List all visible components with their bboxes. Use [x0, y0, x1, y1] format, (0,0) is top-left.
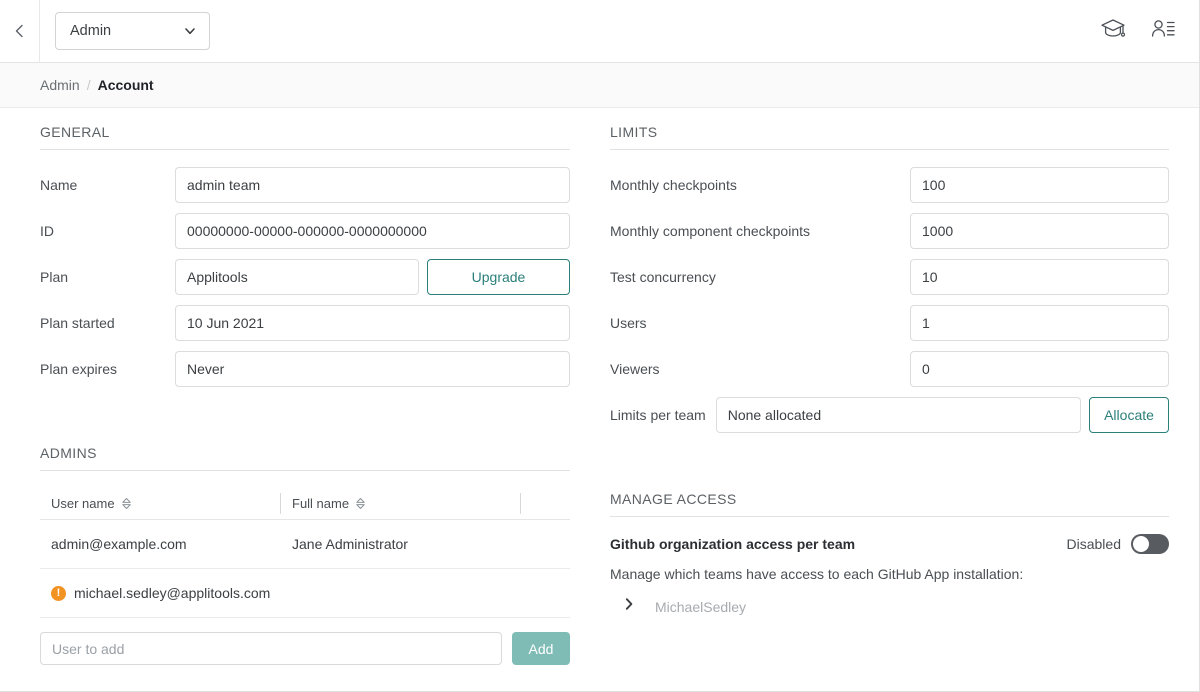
admin-user-name-label: michael.sedley@applitools.com — [74, 585, 271, 601]
field-row-test-concurrency: Test concurrency 10 — [610, 259, 1169, 295]
top-bar-icons — [1099, 17, 1177, 45]
sort-icon — [355, 497, 366, 510]
column-header-full-name[interactable]: Full name — [280, 488, 520, 519]
test-concurrency-input[interactable]: 10 — [910, 259, 1169, 295]
field-row-viewers: Viewers 0 — [610, 351, 1169, 387]
github-access-description: Manage which teams have access to each G… — [610, 566, 1024, 582]
field-label-plan: Plan — [40, 269, 69, 285]
admin-account-page: Admin Admin / Account GENERAL Name admin… — [0, 0, 1200, 692]
table-row[interactable]: admin@example.com Jane Administrator — [40, 520, 570, 569]
field-row-users: Users 1 — [610, 305, 1169, 341]
admin-user-name-label: admin@example.com — [51, 536, 187, 552]
field-row-plan-expires: Plan expires Never — [40, 351, 570, 387]
content-area: GENERAL Name admin team ID 00000000-0000… — [0, 108, 1199, 691]
github-org-name: MichaelSedley — [655, 598, 747, 615]
toggle-knob — [1133, 536, 1149, 552]
field-label-viewers: Viewers — [610, 361, 660, 377]
top-bar: Admin — [0, 0, 1199, 63]
field-label-limits-per-team: Limits per team — [610, 407, 706, 423]
field-row-name: Name admin team — [40, 167, 570, 203]
back-button[interactable] — [0, 0, 40, 63]
monthly-checkpoints-input[interactable]: 100 — [910, 167, 1169, 203]
right-column: LIMITS Monthly checkpoints 100 Monthly c… — [600, 124, 1199, 691]
chevron-left-icon — [12, 23, 28, 39]
github-access-toggle[interactable] — [1131, 534, 1169, 554]
github-access-toggle-label: Disabled — [1066, 536, 1121, 552]
field-row-id: ID 00000000-00000-000000-0000000000 — [40, 213, 570, 249]
breadcrumb-current: Account — [97, 77, 154, 93]
field-label-plan-expires: Plan expires — [40, 361, 118, 377]
chevron-down-icon — [183, 24, 197, 38]
team-selector-value: Admin — [70, 23, 112, 39]
column-header-user-name-label: User name — [51, 496, 115, 511]
plan-input[interactable]: Applitools — [175, 259, 419, 295]
breadcrumb-separator: / — [86, 77, 91, 93]
academy-button[interactable] — [1099, 17, 1127, 45]
field-label-name: Name — [40, 177, 78, 193]
github-access-header: Github organization access per team Disa… — [610, 534, 1169, 554]
admins-table: User name Full name admin@example.com Ja… — [40, 488, 570, 618]
add-admin-row: Add — [40, 632, 570, 665]
left-column: GENERAL Name admin team ID 00000000-0000… — [0, 124, 600, 691]
breadcrumb: Admin / Account — [0, 63, 1199, 108]
field-label-monthly-checkpoints: Monthly checkpoints — [610, 177, 737, 193]
limits-section-title: LIMITS — [610, 124, 1169, 150]
field-label-users: Users — [610, 315, 647, 331]
upgrade-button[interactable]: Upgrade — [427, 259, 570, 295]
column-header-user-name[interactable]: User name — [51, 488, 280, 519]
table-row[interactable]: ! michael.sedley@applitools.com — [40, 569, 570, 618]
plan-expires-input[interactable]: Never — [175, 351, 570, 387]
user-details-icon — [1150, 17, 1176, 46]
admin-full-name: Jane Administrator — [292, 536, 408, 552]
monthly-component-checkpoints-input[interactable]: 1000 — [910, 213, 1169, 249]
team-selector[interactable]: Admin — [55, 12, 210, 50]
admins-table-header: User name Full name — [40, 488, 570, 520]
field-label-plan-started: Plan started — [40, 315, 115, 331]
column-header-full-name-label: Full name — [292, 496, 350, 511]
user-to-add-input[interactable] — [40, 632, 502, 665]
field-row-plan-started: Plan started 10 Jun 2021 — [40, 305, 570, 341]
viewers-input[interactable]: 0 — [910, 351, 1169, 387]
sort-icon — [121, 497, 132, 510]
github-access-title: Github organization access per team — [610, 536, 856, 552]
graduation-cap-icon — [1100, 17, 1126, 46]
github-org-row[interactable]: MichaelSedley — [610, 597, 1169, 616]
admins-section-title: ADMINS — [40, 445, 570, 471]
name-input[interactable]: admin team — [175, 167, 570, 203]
general-section-title: GENERAL — [40, 124, 570, 150]
users-input[interactable]: 1 — [910, 305, 1169, 341]
field-label-monthly-component-checkpoints: Monthly component checkpoints — [610, 223, 810, 239]
allocate-button[interactable]: Allocate — [1089, 397, 1169, 433]
field-label-id: ID — [40, 223, 54, 239]
chevron-right-icon — [623, 597, 635, 616]
account-menu-button[interactable] — [1149, 17, 1177, 45]
field-label-test-concurrency: Test concurrency — [610, 269, 716, 285]
plan-started-input[interactable]: 10 Jun 2021 — [175, 305, 570, 341]
admin-user-name: admin@example.com — [51, 536, 280, 552]
column-header-actions — [520, 488, 570, 519]
limits-per-team-input[interactable]: None allocated — [715, 397, 1081, 433]
add-user-button[interactable]: Add — [512, 632, 570, 665]
warning-icon: ! — [51, 585, 66, 601]
field-row-limits-per-team: Limits per team None allocated Allocate — [610, 397, 1169, 433]
breadcrumb-parent[interactable]: Admin — [40, 77, 80, 93]
id-input[interactable]: 00000000-00000-000000-0000000000 — [175, 213, 570, 249]
admin-user-name: ! michael.sedley@applitools.com — [51, 585, 280, 601]
field-row-monthly-component-checkpoints: Monthly component checkpoints 1000 — [610, 213, 1169, 249]
field-row-plan: Plan Applitools Upgrade — [40, 259, 570, 295]
manage-access-section-title: MANAGE ACCESS — [610, 491, 1169, 517]
field-row-monthly-checkpoints: Monthly checkpoints 100 — [610, 167, 1169, 203]
